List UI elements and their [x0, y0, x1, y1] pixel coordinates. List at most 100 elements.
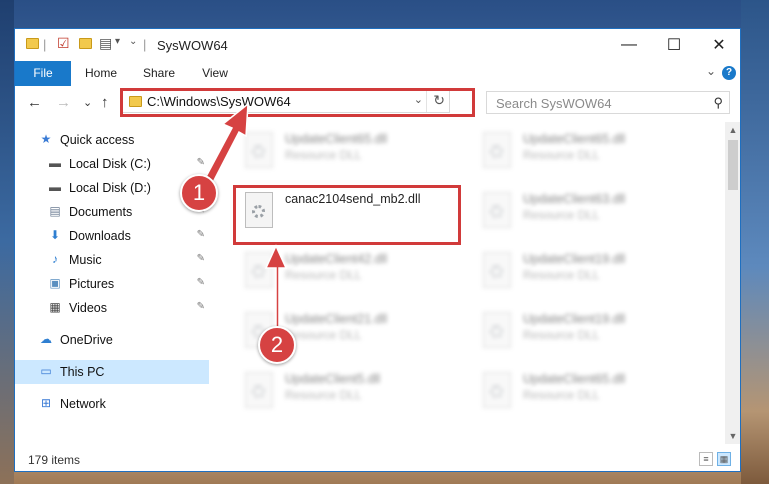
list-item[interactable]: UpdateClient5.dll Resource DLL — [237, 366, 465, 422]
file-list: UpdateClient65.dll Resource DLL UpdateCl… — [209, 122, 725, 444]
sidebar-item-this-pc[interactable]: ▭ This PC — [15, 360, 209, 384]
sidebar-item-network[interactable]: ⊞ Network — [15, 392, 209, 416]
videos-icon: ▦ — [49, 300, 61, 314]
minimize-button[interactable]: — — [607, 33, 651, 57]
drive-icon: ▬ — [49, 180, 61, 194]
sidebar-item-label: Downloads — [69, 229, 131, 243]
sidebar-item-label: OneDrive — [60, 333, 113, 347]
file-highlight-box — [233, 185, 461, 245]
pin-icon: ✎ — [196, 157, 205, 168]
toolbar-separator: | — [43, 37, 47, 52]
address-highlight-box — [120, 88, 475, 117]
list-item[interactable]: UpdateClient42.dll Resource DLL — [237, 246, 465, 302]
list-item[interactable]: UpdateClient19.dll Resource DLL — [475, 306, 703, 362]
item-count: 179 items — [28, 453, 81, 467]
dll-file-icon — [245, 132, 273, 168]
downloads-icon: ⬇ — [49, 228, 61, 242]
sidebar-item-label: Pictures — [69, 277, 115, 291]
tab-share[interactable]: Share — [135, 61, 183, 86]
tab-view[interactable]: View — [191, 61, 239, 86]
window-title: SysWOW64 — [157, 38, 228, 53]
up-button[interactable]: ↑ — [101, 94, 109, 111]
file-name: UpdateClient63.dll — [523, 192, 626, 206]
music-icon: ♪ — [52, 252, 58, 266]
details-view-icon[interactable]: ≡ — [699, 452, 713, 466]
tab-home[interactable]: Home — [77, 61, 125, 86]
large-icons-view-icon[interactable]: ▦ — [717, 452, 731, 466]
network-icon: ⊞ — [40, 396, 52, 410]
desktop-background-right — [741, 0, 769, 484]
scroll-up-icon[interactable]: ▲ — [725, 125, 740, 135]
sidebar-item-documents[interactable]: ▤ Documents ✎ — [15, 200, 209, 224]
list-item[interactable]: UpdateClient65.dll Resource DLL — [475, 366, 703, 422]
recent-locations-button[interactable]: ⌄ — [83, 96, 92, 109]
pin-icon: ✎ — [196, 253, 205, 264]
file-type: Resource DLL — [523, 208, 600, 222]
file-type: Resource DLL — [523, 388, 600, 402]
scroll-down-icon[interactable]: ▼ — [725, 431, 740, 441]
vertical-scrollbar[interactable]: ▲ ▼ — [725, 122, 740, 444]
onedrive-icon: ☁ — [40, 332, 52, 346]
scrollbar-thumb[interactable] — [728, 140, 738, 190]
file-type: Resource DLL — [285, 388, 362, 402]
step-badge-1: 1 — [180, 174, 218, 212]
dll-file-icon — [483, 312, 511, 348]
drive-icon: ▬ — [49, 156, 61, 170]
customize-quick-access-icon[interactable]: ▤ — [99, 35, 112, 52]
sidebar-item-label: Documents — [69, 205, 133, 219]
file-type: Resource DLL — [285, 148, 362, 162]
sidebar-item-label: This PC — [60, 365, 105, 379]
dll-file-icon — [483, 192, 511, 228]
dll-file-icon — [483, 252, 511, 288]
maximize-button[interactable]: ☐ — [652, 33, 696, 57]
tab-file[interactable]: File — [15, 61, 71, 86]
file-name: UpdateClient5.dll — [285, 372, 381, 386]
documents-icon: ▤ — [49, 204, 61, 218]
sidebar-item-quick-access[interactable]: ★ Quick access — [15, 128, 209, 152]
expand-ribbon-icon[interactable]: ⌄ — [706, 64, 716, 78]
dll-file-icon — [245, 372, 273, 408]
sidebar-item-pictures[interactable]: ▣ Pictures ✎ — [15, 272, 209, 296]
chevron-down-icon[interactable]: ▾ — [115, 36, 120, 47]
file-name: UpdateClient65.dll — [285, 132, 388, 146]
pictures-icon: ▣ — [49, 276, 61, 290]
forward-button[interactable]: → — [56, 94, 71, 111]
sidebar-item-local-disk-c[interactable]: ▬ Local Disk (C:) ✎ — [15, 152, 209, 176]
this-pc-icon: ▭ — [40, 364, 52, 378]
sidebar-item-label: Network — [60, 397, 106, 411]
sidebar-item-music[interactable]: ♪ Music ✎ — [15, 248, 209, 272]
sidebar-item-label: Local Disk (D:) — [69, 181, 151, 195]
file-type: Resource DLL — [523, 148, 600, 162]
help-icon[interactable]: ? — [722, 66, 736, 80]
file-name: UpdateClient65.dll — [523, 372, 626, 386]
dll-file-icon — [483, 132, 511, 168]
ribbon: File Home Share View ⌄ ? — [15, 61, 740, 87]
chevron-down-icon[interactable]: ⌄ — [129, 36, 137, 47]
list-item[interactable]: UpdateClient65.dll Resource DLL — [237, 126, 465, 182]
list-item[interactable]: UpdateClient63.dll Resource DLL — [475, 186, 703, 242]
back-button[interactable]: ← — [27, 94, 42, 111]
dll-file-icon — [245, 252, 273, 288]
file-type: Resource DLL — [523, 328, 600, 342]
close-button[interactable]: ✕ — [697, 33, 740, 57]
list-item[interactable]: UpdateClient19.dll Resource DLL — [475, 246, 703, 302]
file-type: Resource DLL — [285, 268, 362, 282]
sidebar-item-downloads[interactable]: ⬇ Downloads ✎ — [15, 224, 209, 248]
navigation-pane: ★ Quick access ▬ Local Disk (C:) ✎ ▬ Loc… — [15, 122, 209, 437]
properties-icon[interactable]: ☑ — [57, 35, 70, 52]
list-item[interactable]: UpdateClient65.dll Resource DLL — [475, 126, 703, 182]
search-placeholder: Search SysWOW64 — [496, 96, 612, 111]
sidebar-item-onedrive[interactable]: ☁ OneDrive — [15, 328, 209, 352]
toolbar-separator: | — [143, 37, 147, 52]
status-bar: 179 items ≡ ▦ — [15, 450, 740, 470]
new-folder-icon[interactable] — [79, 38, 92, 49]
file-type: Resource DLL — [523, 268, 600, 282]
folder-icon — [26, 38, 39, 49]
pin-icon: ✎ — [196, 229, 205, 240]
search-icon: ⚲ — [713, 95, 723, 110]
star-icon: ★ — [40, 132, 52, 146]
file-name: UpdateClient65.dll — [523, 132, 626, 146]
sidebar-item-videos[interactable]: ▦ Videos ✎ — [15, 296, 209, 320]
search-input[interactable]: Search SysWOW64 ⚲ — [486, 91, 730, 114]
title-bar: | ☑ ▤ ▾ ⌄ | SysWOW64 — ☐ ✕ — [15, 29, 740, 61]
